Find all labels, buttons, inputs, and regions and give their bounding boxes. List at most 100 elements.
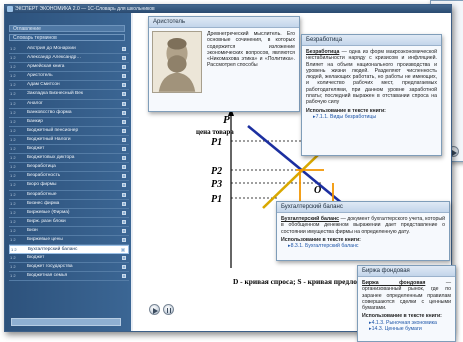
list-item-label: Банковсство форма — [27, 109, 72, 115]
list-item-label: Австрия до Монархии — [27, 46, 76, 51]
list-item[interactable]: 1 2 Бюджетный Налоги — [9, 136, 129, 146]
checkbox-icon[interactable] — [122, 128, 126, 133]
checkbox-icon[interactable] — [122, 237, 126, 242]
checkbox-icon[interactable] — [122, 201, 126, 206]
list-item-label: Бюджет — [27, 146, 45, 152]
list-item-number: 1 2 — [10, 227, 16, 233]
list-item[interactable]: 1 2 Армейская книга — [9, 63, 129, 73]
level-label-p3: P3 — [211, 179, 222, 190]
checkbox-icon[interactable] — [122, 119, 126, 124]
checkbox-icon[interactable] — [122, 210, 126, 215]
unemployment-window[interactable]: Безработица Безработица — одна из форм м… — [301, 34, 442, 156]
list-item[interactable]: 1 2 Адам Смитсон — [9, 81, 129, 91]
checkbox-icon[interactable] — [122, 74, 126, 79]
list-item-number: 1 2 — [10, 136, 16, 142]
list-item-label: Александр Александр… — [27, 55, 82, 61]
list-item[interactable]: 1 2 Бюро фирмы — [9, 181, 129, 191]
list-item-number: 1 2 — [10, 236, 16, 242]
list-item-number: 1 2 — [10, 218, 16, 224]
list-item-label: Бирж. разн блоки — [27, 218, 66, 224]
list-item[interactable]: 1 2 Безработица — [9, 163, 129, 173]
checkbox-icon[interactable] — [122, 165, 126, 170]
level-label-p2: P2 — [211, 166, 222, 177]
list-item[interactable]: 1 2 Бюджет — [9, 254, 129, 264]
checkbox-icon[interactable] — [122, 147, 126, 152]
list-item-label: Бизнес фирма — [27, 200, 60, 206]
list-item[interactable]: 1 2 Бизн — [9, 227, 129, 236]
list-item-label: Биржевые цены — [27, 236, 63, 242]
list-item-number: 1 2 — [10, 91, 16, 97]
list-item-label: Банкир — [27, 118, 43, 124]
checkbox-icon[interactable] — [122, 156, 126, 161]
exchange-window[interactable]: Биржа фондовая Биржа фондовая — организо… — [357, 265, 456, 342]
list-item[interactable]: 1 2 Безработные — [9, 191, 129, 200]
list-item[interactable]: 1 2 Бюджетная семья — [9, 272, 129, 282]
aristotle-window[interactable]: Аристотель Древнегреческий мыслитель. Ег… — [148, 16, 300, 112]
exchange-link-2[interactable]: 14.3. Ценные бумаги — [362, 326, 451, 332]
list-item[interactable]: 1 2 Безработность — [9, 172, 129, 182]
checkbox-icon[interactable] — [122, 183, 126, 188]
checkbox-icon[interactable] — [122, 274, 126, 279]
tab-contents[interactable]: Оглавление — [9, 25, 125, 32]
unemployment-window-title: Безработица — [302, 35, 441, 46]
exchange-window-body: Биржа фондовая — организованный рынок, г… — [358, 277, 455, 341]
list-item[interactable]: 1 2 Банкир — [9, 118, 129, 127]
list-item-number: 1 2 — [10, 127, 16, 133]
list-item-number: 1 2 — [11, 247, 17, 253]
list-item[interactable]: 1 2 Австрия до Монархии — [9, 45, 129, 55]
list-item[interactable]: 1 2 Аналог — [9, 100, 129, 109]
search-field[interactable] — [11, 318, 121, 326]
list-item[interactable]: 1 2 Биржевые (Фирма) — [9, 209, 129, 218]
checkbox-icon[interactable] — [122, 92, 126, 97]
list-item[interactable]: 1 2 Бюджет государства — [9, 263, 129, 273]
checkbox-icon[interactable] — [122, 265, 126, 270]
checkbox-icon[interactable] — [121, 248, 125, 253]
aristotle-window-title: Аристотель — [149, 17, 299, 28]
list-item-label: Бюджетный Налоги — [27, 136, 71, 142]
checkbox-icon[interactable] — [122, 83, 126, 88]
list-item-label: Бюджетовых диктора — [27, 155, 75, 161]
list-item[interactable]: 1 2 Бизнес фирма — [9, 200, 129, 209]
exchange-window-title: Биржа фондовая — [358, 266, 455, 277]
list-item-number: 1 2 — [10, 191, 16, 197]
list-item-number: 1 2 — [10, 55, 16, 61]
balance-window[interactable]: Бухгалтерский баланс Бухгалтерский балан… — [276, 201, 450, 261]
tab-dictionary[interactable]: Словарь терминов — [9, 34, 125, 41]
app-title-bar: ЭКСПЕРТ ЭКОНОМИКА 2.0 — 1С-Словарь для ш… — [5, 5, 451, 13]
checkbox-icon[interactable] — [122, 219, 126, 224]
checkbox-icon[interactable] — [122, 47, 126, 51]
list-item-label: Закладка Бизнесный Век — [27, 91, 84, 97]
list-item[interactable]: 1 2 Банковсство форма — [9, 109, 129, 118]
checkbox-icon[interactable] — [122, 110, 126, 115]
checkbox-icon[interactable] — [122, 101, 126, 106]
checkbox-icon[interactable] — [122, 192, 126, 197]
level-label-p1-top: P1 — [211, 137, 222, 148]
balance-link[interactable]: 8.3.1. Бухгалтерский баланс — [281, 243, 445, 249]
list-item[interactable]: 1 2 Александр Александр… — [9, 54, 129, 64]
checkbox-icon[interactable] — [122, 65, 126, 70]
aristotle-text: Древнегреческий мыслитель. Его основные … — [207, 31, 295, 69]
list-item-label: Бюро фирмы — [27, 182, 57, 188]
list-item-label: Безработные — [27, 191, 57, 197]
list-item[interactable]: 1 2 Биржевые цены — [9, 236, 129, 246]
list-item[interactable]: 1 2 Бюджетовых диктора — [9, 154, 129, 164]
list-item[interactable]: 1 2 Аристотель — [9, 72, 129, 82]
level-label-p1: P1 — [211, 194, 222, 205]
list-item[interactable]: 1 2 Бюджет — [9, 145, 129, 155]
checkbox-icon[interactable] — [122, 56, 126, 61]
list-item-number: 1 2 — [10, 82, 16, 88]
list-item[interactable]: 1 2 Закладка Бизнесный Век — [9, 90, 129, 100]
checkbox-icon[interactable] — [122, 137, 126, 142]
list-item-number: 1 2 — [10, 100, 16, 106]
list-item-number: 1 2 — [10, 146, 16, 152]
checkbox-icon[interactable] — [122, 228, 126, 233]
checkbox-icon[interactable] — [122, 256, 126, 261]
unemployment-link[interactable]: 7.1.1. Виды безработицы — [306, 114, 437, 120]
list-item[interactable]: 1 2 Бухгалтерский баланс — [9, 245, 129, 255]
checkbox-icon[interactable] — [122, 174, 126, 179]
list-item-label: Бюджет государства — [27, 264, 73, 270]
list-item-label: Безработица — [27, 164, 56, 170]
list-item-number: 1 2 — [10, 209, 16, 215]
list-item[interactable]: 1 2 Бирж. разн блоки — [9, 218, 129, 227]
list-item[interactable]: 1 2 Бюджетный пенсионер — [9, 127, 129, 136]
